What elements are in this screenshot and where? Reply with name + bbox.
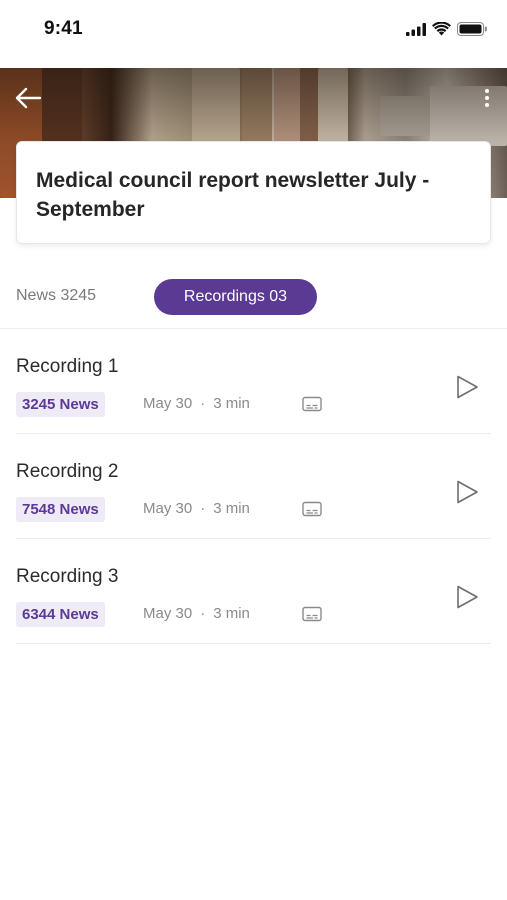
tab-news[interactable]: News 3245 bbox=[16, 287, 96, 305]
recording-title: Recording 2 bbox=[16, 461, 119, 482]
play-icon[interactable] bbox=[454, 479, 480, 505]
play-icon[interactable] bbox=[454, 584, 480, 610]
more-options-button[interactable] bbox=[479, 86, 495, 110]
closed-captions-icon bbox=[302, 396, 322, 412]
tab-bar: News 3245 Recordings 03 bbox=[0, 279, 507, 329]
signal-icon bbox=[406, 22, 426, 36]
list-item[interactable]: Recording 2 7548 News May 30 · 3 min bbox=[16, 434, 491, 539]
tab-recordings[interactable]: Recordings 03 bbox=[154, 279, 317, 315]
list-item[interactable]: Recording 1 3245 News May 30 · 3 min bbox=[16, 329, 491, 434]
meta-separator: · bbox=[200, 395, 206, 412]
recording-title: Recording 1 bbox=[16, 356, 119, 377]
closed-captions-icon bbox=[302, 606, 322, 622]
meta-separator: · bbox=[200, 500, 206, 517]
recording-meta: May 30 · 3 min bbox=[143, 500, 250, 517]
recording-duration: 3 min bbox=[213, 500, 250, 517]
closed-captions-icon bbox=[302, 501, 322, 517]
news-count-badge: 3245 News bbox=[16, 392, 105, 417]
page-title: Medical council report newsletter July -… bbox=[36, 169, 430, 221]
more-vertical-icon bbox=[485, 89, 489, 107]
recording-date: May 30 bbox=[143, 500, 193, 517]
list-item[interactable]: Recording 3 6344 News May 30 · 3 min bbox=[16, 539, 491, 644]
recording-title: Recording 3 bbox=[16, 566, 119, 587]
recordings-list: Recording 1 3245 News May 30 · 3 min Recor… bbox=[16, 329, 491, 644]
recording-date: May 30 bbox=[143, 395, 193, 412]
play-icon[interactable] bbox=[454, 374, 480, 400]
recording-meta: May 30 · 3 min bbox=[143, 395, 250, 412]
recording-duration: 3 min bbox=[213, 605, 250, 622]
wifi-icon bbox=[432, 22, 451, 36]
arrow-left-icon bbox=[15, 87, 42, 109]
recording-meta: May 30 · 3 min bbox=[143, 605, 250, 622]
status-icons bbox=[406, 22, 487, 36]
title-card: Medical council report newsletter July -… bbox=[16, 141, 491, 244]
status-time: 9:41 bbox=[44, 18, 83, 39]
recording-date: May 30 bbox=[143, 605, 193, 622]
news-count-badge: 6344 News bbox=[16, 602, 105, 627]
meta-separator: · bbox=[200, 605, 206, 622]
battery-icon bbox=[457, 22, 487, 36]
back-button[interactable] bbox=[12, 84, 44, 112]
recording-duration: 3 min bbox=[213, 395, 250, 412]
news-count-badge: 7548 News bbox=[16, 497, 105, 522]
status-bar: 9:41 bbox=[0, 0, 507, 62]
